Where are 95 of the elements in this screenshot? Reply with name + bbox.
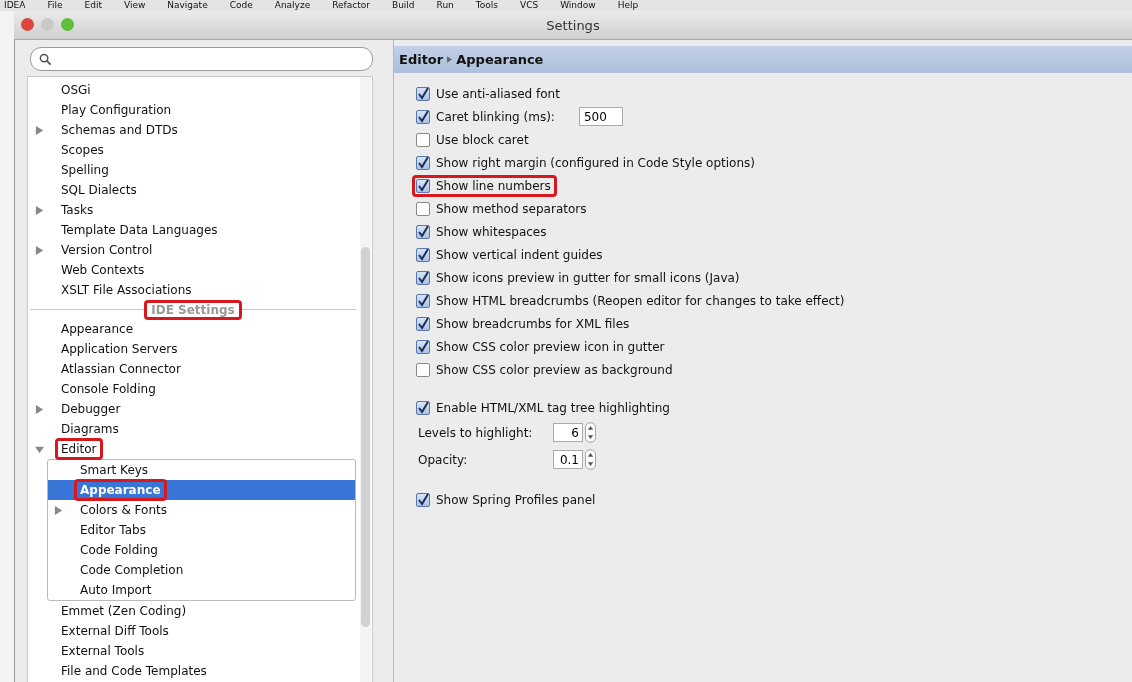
expand-arrow-icon[interactable] xyxy=(54,505,63,515)
menu-item[interactable]: IDEA xyxy=(4,0,26,11)
checkbox-option[interactable]: Show vertical indent guides xyxy=(412,243,609,266)
checkbox-option[interactable]: Show icons preview in gutter for small icons (Java) xyxy=(412,266,746,289)
checkbox-option[interactable]: Caret blinking (ms): xyxy=(412,105,561,128)
menu-item[interactable]: Navigate xyxy=(167,0,208,11)
checkbox[interactable] xyxy=(416,178,430,193)
tree-item[interactable]: Smart Keys xyxy=(74,459,155,481)
tree-item[interactable]: Template Data Languages xyxy=(55,219,224,241)
menu-item[interactable]: File xyxy=(47,0,63,11)
number-field[interactable]: 0.1 xyxy=(553,450,583,469)
search-icon xyxy=(39,52,52,66)
number-field[interactable]: 500 xyxy=(578,107,623,126)
expand-arrow-icon[interactable] xyxy=(35,444,44,454)
breadcrumb-item: Editor xyxy=(399,52,444,67)
menu-item[interactable]: Edit xyxy=(84,0,102,11)
chevron-icon xyxy=(447,55,453,64)
tree-item[interactable]: SQL Dialects xyxy=(55,179,143,201)
tree-item[interactable]: Play Configuration xyxy=(55,99,178,121)
tree-item[interactable]: Editor xyxy=(55,438,103,460)
tree-item[interactable]: Web Contexts xyxy=(55,259,151,281)
search-field[interactable] xyxy=(30,47,373,71)
tree-item[interactable]: Console Folding xyxy=(55,378,162,400)
checkbox[interactable] xyxy=(416,155,430,170)
checkbox-option[interactable]: Show line numbers xyxy=(412,174,557,197)
checkbox-option[interactable]: Show CSS color preview as background xyxy=(412,358,679,381)
checkbox[interactable] xyxy=(416,201,430,216)
menu-item[interactable]: Run xyxy=(436,0,454,11)
tree-item[interactable]: Debugger xyxy=(55,398,127,420)
tree-item[interactable]: Application Servers xyxy=(55,338,184,360)
checkbox-option[interactable]: Use anti-aliased font xyxy=(412,82,566,105)
checkbox-option[interactable]: Show Spring Profiles panel xyxy=(412,488,602,511)
field-label: Opacity: xyxy=(417,451,469,469)
tree-item[interactable]: OSGi xyxy=(55,79,97,101)
tree-item[interactable]: External Tools xyxy=(55,640,151,662)
checkbox-option[interactable]: Show whitespaces xyxy=(412,220,553,243)
number-field[interactable]: 6 xyxy=(553,423,583,442)
menu-item[interactable]: Help xyxy=(617,0,639,11)
checkbox-option[interactable]: Show HTML breadcrumbs (Reopen editor for changes to take effect) xyxy=(412,289,851,312)
expand-arrow-icon[interactable] xyxy=(35,205,44,215)
menu-item[interactable]: Tools xyxy=(475,0,498,11)
menu-item[interactable]: Analyze xyxy=(274,0,311,11)
menu-item[interactable]: VCS xyxy=(520,0,539,11)
menu-item[interactable]: Build xyxy=(391,0,415,11)
scrollbar[interactable] xyxy=(360,77,371,682)
checkbox[interactable] xyxy=(416,316,430,331)
checkbox[interactable] xyxy=(416,339,430,354)
expand-arrow-icon[interactable] xyxy=(35,404,44,414)
tree-item[interactable]: Auto Import xyxy=(74,579,158,601)
tree-item[interactable]: Atlassian Connector xyxy=(55,358,187,380)
menu-item[interactable]: Refactor xyxy=(332,0,370,11)
close-icon[interactable] xyxy=(21,18,34,31)
section-label: IDE Settings xyxy=(144,299,242,320)
checkbox-option[interactable]: Enable HTML/XML tag tree highlighting xyxy=(412,396,676,419)
checkbox[interactable] xyxy=(416,362,430,377)
breadcrumb-item: Appearance xyxy=(456,52,544,67)
checkbox[interactable] xyxy=(416,132,430,147)
checkbox-option[interactable]: Show right margin (configured in Code Style options) xyxy=(412,151,761,174)
checkbox[interactable] xyxy=(416,293,430,308)
tree-item[interactable]: Code Completion xyxy=(74,559,190,581)
tree-item[interactable]: Spelling xyxy=(55,159,115,181)
tree-item[interactable]: Editor Tabs xyxy=(74,519,152,541)
stepper-icon[interactable] xyxy=(585,422,596,443)
tree-item[interactable]: Code Folding xyxy=(74,539,164,561)
checkbox[interactable] xyxy=(416,224,430,239)
checkbox[interactable] xyxy=(416,492,430,507)
tree-item[interactable]: Diagrams xyxy=(55,418,125,440)
tree-item[interactable]: Schemas and DTDs xyxy=(55,119,184,141)
tree-item[interactable]: External Diff Tools xyxy=(55,620,175,642)
expand-arrow-icon[interactable] xyxy=(35,125,44,135)
menu-item[interactable]: View xyxy=(123,0,146,11)
checkbox[interactable] xyxy=(416,109,430,124)
checkbox[interactable] xyxy=(416,86,430,101)
checkbox-option[interactable]: Show method separators xyxy=(412,197,593,220)
field-label: Levels to highlight: xyxy=(417,424,534,442)
tree-item[interactable]: Tasks xyxy=(55,199,100,221)
tree-item[interactable]: File and Code Templates xyxy=(55,660,213,682)
tree-item[interactable]: Colors & Fonts xyxy=(74,499,173,521)
tree-item[interactable]: Appearance xyxy=(74,479,167,501)
menu-item[interactable]: Window xyxy=(560,0,596,11)
checkbox[interactable] xyxy=(416,247,430,262)
checkbox-option[interactable]: Use block caret xyxy=(412,128,535,151)
checkbox-option[interactable]: Show CSS color preview icon in gutter xyxy=(412,335,671,358)
tree-item[interactable]: Emmet (Zen Coding) xyxy=(55,600,193,622)
tree-item[interactable]: XSLT File Associations xyxy=(55,279,198,301)
tree-item[interactable]: Scopes xyxy=(55,139,110,161)
checkbox[interactable] xyxy=(416,400,430,415)
checkbox[interactable] xyxy=(416,270,430,285)
expand-arrow-icon[interactable] xyxy=(35,245,44,255)
menu-item[interactable]: Code xyxy=(229,0,253,11)
stepper-icon[interactable] xyxy=(585,449,596,470)
window-title: Settings xyxy=(546,17,600,33)
checkbox-option[interactable]: Show breadcrumbs for XML files xyxy=(412,312,636,335)
tree-item[interactable]: Appearance xyxy=(55,318,140,340)
tree-item[interactable]: Version Control xyxy=(55,239,159,261)
